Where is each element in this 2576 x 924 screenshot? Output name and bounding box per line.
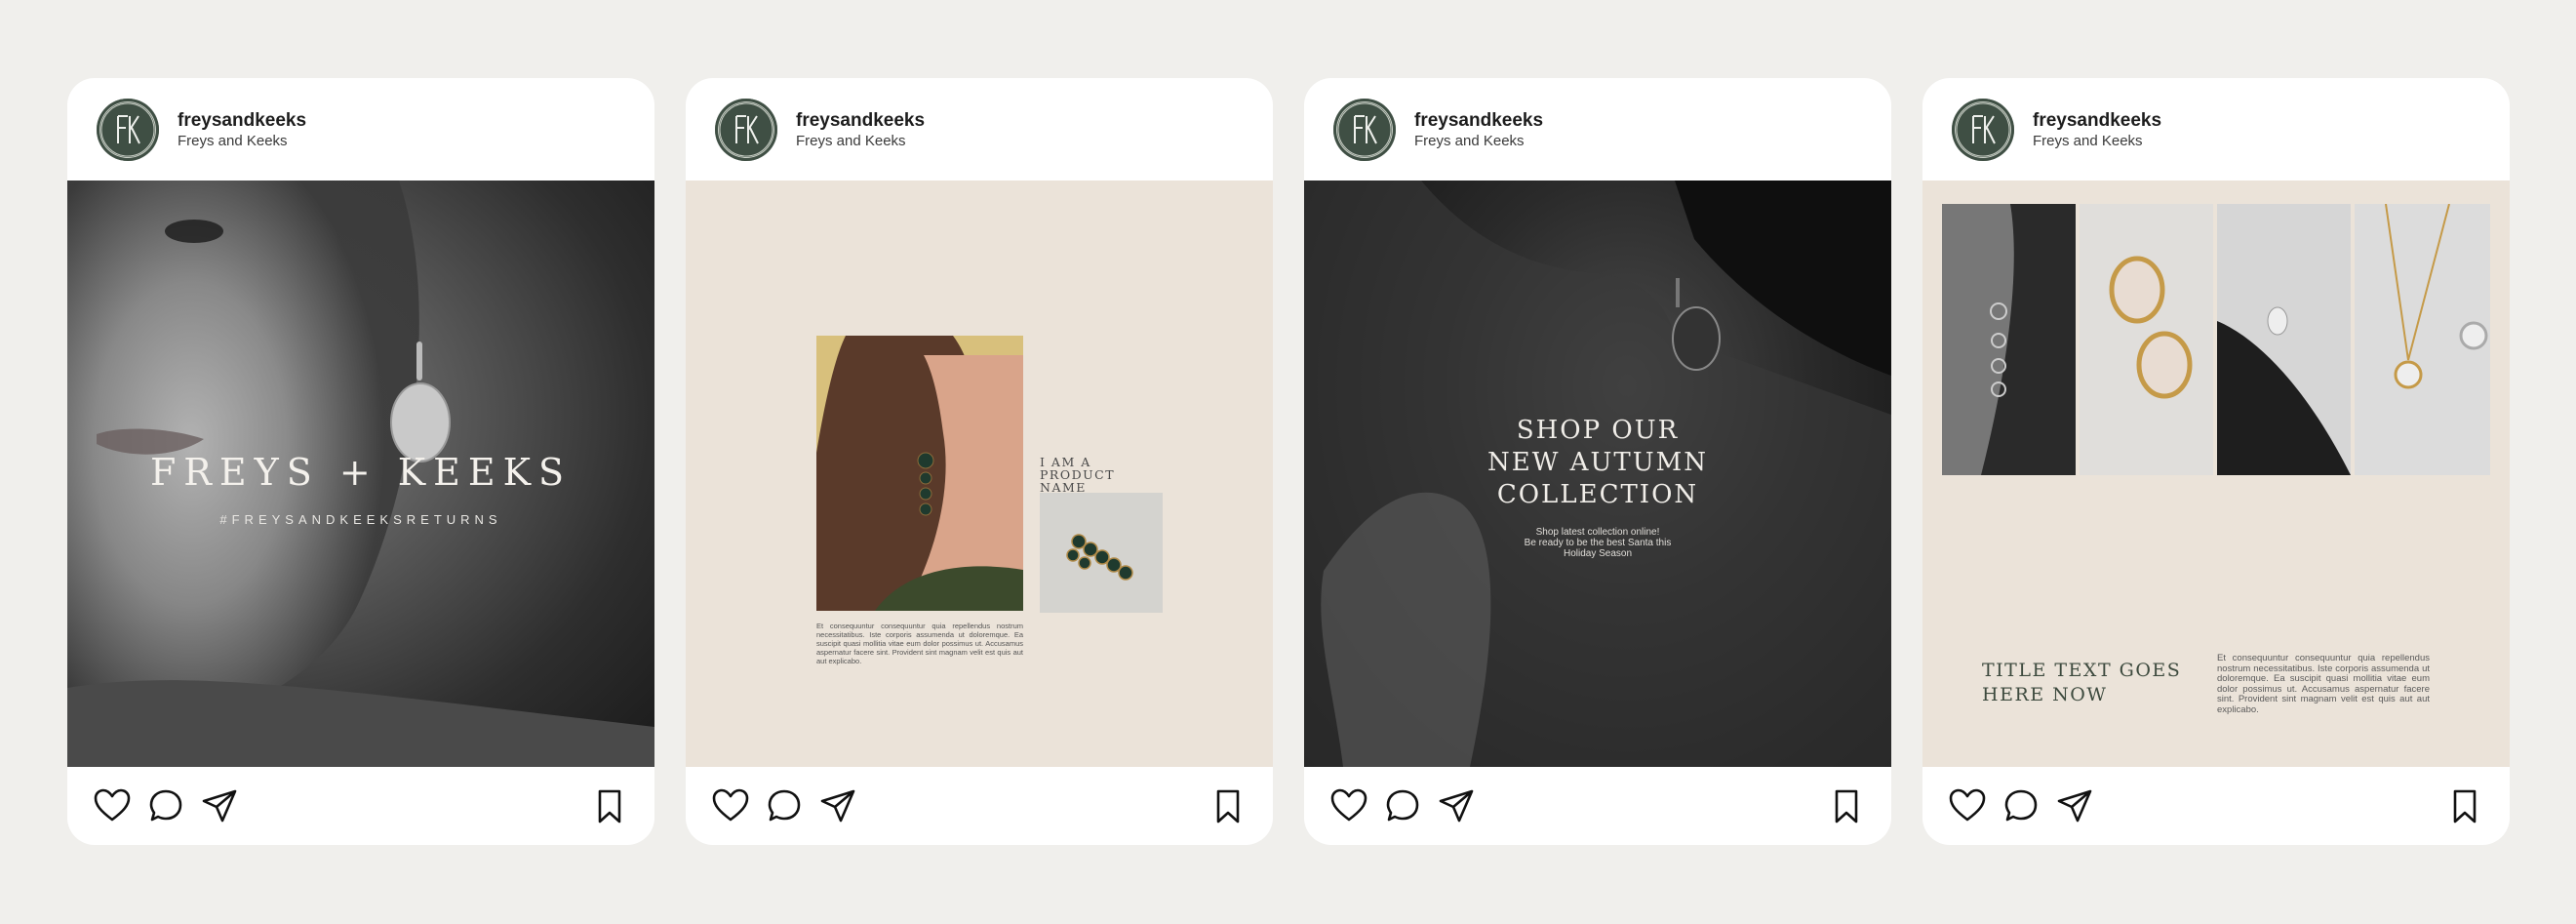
- comment-icon[interactable]: [2001, 786, 2041, 825]
- avatar[interactable]: [97, 99, 159, 161]
- heart-icon[interactable]: [1948, 786, 1987, 825]
- monogram-logo: [1956, 102, 2010, 157]
- collage-photo-4: [2355, 204, 2490, 475]
- post-image: Et consequuntur consequuntur quia repell…: [686, 181, 1273, 767]
- post-header: freysandkeeks Freys and Keeks: [67, 78, 654, 181]
- headline-line-3: COLLECTION: [1496, 480, 1699, 509]
- heart-icon[interactable]: [711, 786, 750, 825]
- post-card-3: freysandkeeks Freys and Keeks SHOP OUR N…: [1304, 78, 1891, 845]
- post-image: FREYS + KEEKS #FREYSANDKEEKSRETURNS: [67, 181, 654, 767]
- model-photo: [816, 336, 1023, 611]
- monogram-logo: [719, 102, 773, 157]
- headline-line-1: SHOP OUR: [1516, 416, 1680, 445]
- subtext-line-1: Shop latest collection online!: [1535, 527, 1660, 538]
- product-name: I AM A PRODUCT NAME: [1040, 455, 1116, 495]
- heart-icon[interactable]: [1329, 786, 1368, 825]
- send-icon[interactable]: [200, 786, 239, 825]
- post-actions: [1304, 767, 1891, 845]
- product-photo: [1040, 493, 1163, 613]
- post-image: TITLE TEXT GOES HERE NOW Et consequuntur…: [1922, 181, 2510, 767]
- bookmark-icon[interactable]: [1209, 786, 1248, 825]
- username[interactable]: freysandkeeks: [178, 110, 306, 132]
- bookmark-icon[interactable]: [1827, 786, 1866, 825]
- account-subtitle: Freys and Keeks: [796, 133, 906, 149]
- username[interactable]: freysandkeeks: [796, 110, 925, 132]
- monogram-logo: [1337, 102, 1392, 157]
- collage-photo-2: [2080, 204, 2213, 475]
- post-header: freysandkeeks Freys and Keeks: [686, 78, 1273, 181]
- send-icon[interactable]: [818, 786, 857, 825]
- hashtag-text: #FREYSANDKEEKSRETURNS: [219, 512, 502, 527]
- account-subtitle: Freys and Keeks: [1414, 133, 1525, 149]
- post-actions: [686, 767, 1273, 845]
- post-card-4: freysandkeeks Freys and Keeks TITLE TEXT…: [1922, 78, 2510, 845]
- avatar[interactable]: [715, 99, 777, 161]
- collage-photo-3: [2217, 204, 2351, 475]
- product-description: Et consequuntur consequuntur quia repell…: [816, 622, 1023, 665]
- bookmark-icon[interactable]: [590, 786, 629, 825]
- monogram-logo: [100, 102, 155, 157]
- headline-line-2: NEW AUTUMN: [1486, 448, 1709, 477]
- post-actions: [1922, 767, 2510, 845]
- brand-title: FREYS + KEEKS: [149, 451, 573, 494]
- avatar[interactable]: [1952, 99, 2014, 161]
- account-subtitle: Freys and Keeks: [178, 133, 288, 149]
- collage-photo-1: [1942, 204, 2076, 475]
- post-actions: [67, 767, 654, 845]
- account-subtitle: Freys and Keeks: [2033, 133, 2143, 149]
- comment-icon[interactable]: [765, 786, 804, 825]
- subtext-line-3: Holiday Season: [1563, 548, 1633, 559]
- comment-icon[interactable]: [146, 786, 185, 825]
- post-card-1: freysandkeeks Freys and Keeks FREYS + KE…: [67, 78, 654, 845]
- comment-icon[interactable]: [1383, 786, 1422, 825]
- avatar[interactable]: [1333, 99, 1396, 161]
- subtext-line-2: Be ready to be the best Santa this: [1524, 538, 1672, 548]
- heart-icon[interactable]: [93, 786, 132, 825]
- bookmark-icon[interactable]: [2445, 786, 2484, 825]
- post-header: freysandkeeks Freys and Keeks: [1304, 78, 1891, 181]
- photo-collage: [1942, 204, 2490, 475]
- title-line-2: HERE NOW: [1982, 684, 2108, 705]
- title-line-1: TITLE TEXT GOES: [1982, 660, 2182, 681]
- post-header: freysandkeeks Freys and Keeks: [1922, 78, 2510, 181]
- send-icon[interactable]: [2055, 786, 2094, 825]
- post-image: SHOP OUR NEW AUTUMN COLLECTION Shop late…: [1304, 181, 1891, 767]
- post-description: Et consequuntur consequuntur quia repell…: [2217, 653, 2430, 715]
- post-card-2: freysandkeeks Freys and Keeks Et consequ…: [686, 78, 1273, 845]
- username[interactable]: freysandkeeks: [2033, 110, 2161, 132]
- username[interactable]: freysandkeeks: [1414, 110, 1543, 132]
- send-icon[interactable]: [1437, 786, 1476, 825]
